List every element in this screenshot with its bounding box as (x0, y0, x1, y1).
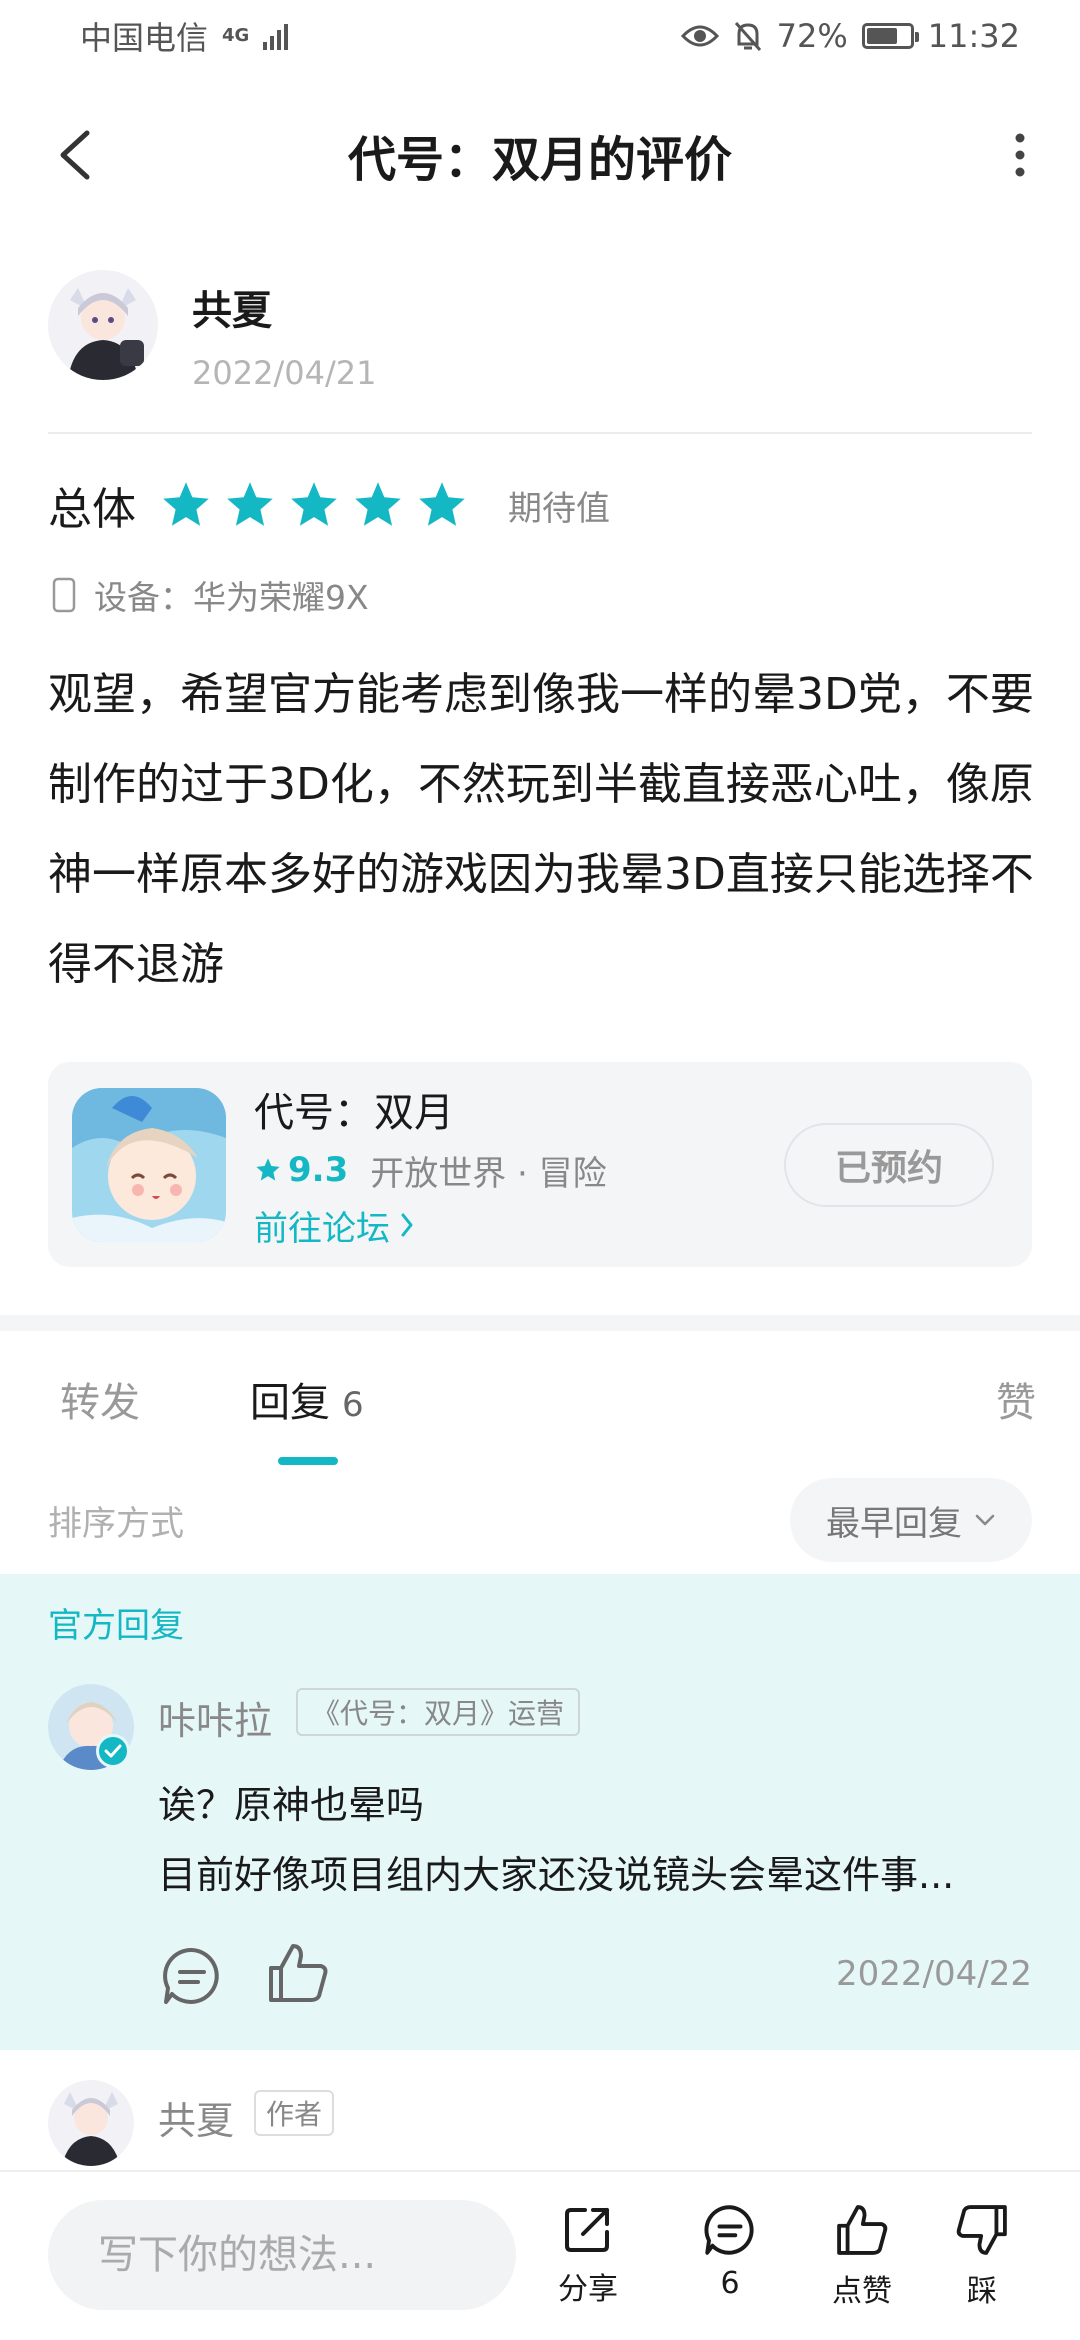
device-label: 设备：华为荣耀9X (94, 578, 369, 617)
signal-icon (263, 22, 289, 50)
game-card[interactable]: 代号：双月 9.3 开放世界 · 冒险 前往论坛 已预约 (48, 1062, 1032, 1267)
divider (48, 432, 1032, 434)
game-score: 9.3 (288, 1150, 349, 1190)
active-tab-indicator (278, 1457, 338, 1465)
like-button[interactable]: 点赞 (812, 2202, 912, 2310)
more-options-button[interactable] (990, 120, 1050, 190)
comment-icon[interactable] (160, 1944, 224, 2008)
phone-icon (52, 577, 76, 613)
eye-icon (680, 25, 719, 47)
more-vertical-icon (1015, 133, 1025, 177)
dislike-label: 踩 (967, 2274, 997, 2309)
carrier-label: 中国电信 (80, 19, 209, 57)
comment-input[interactable] (48, 2200, 516, 2310)
chevron-left-icon (60, 130, 90, 180)
avatar[interactable] (48, 2080, 134, 2166)
chevron-right-icon (401, 1213, 413, 1237)
reserve-button[interactable]: 已预约 (784, 1122, 994, 1207)
top-app-bar: 代号：双月的评价 (0, 80, 1080, 230)
reply-date: 2022/04/22 (836, 1954, 1032, 1994)
thumbs-down-icon (956, 2205, 1007, 2255)
share-button[interactable]: 分享 (538, 2202, 638, 2308)
star-icon (419, 482, 465, 526)
sort-selected: 最早回复 (826, 1503, 962, 1544)
mute-bell-icon (734, 22, 761, 51)
like-label: 点赞 (832, 2274, 892, 2309)
section-divider (0, 1315, 1080, 1331)
share-label: 分享 (558, 2272, 618, 2307)
clock: 11:32 (927, 17, 1020, 55)
game-tags: 开放世界 · 冒险 (370, 1153, 607, 1194)
device-info: 设备：华为荣耀9X (52, 570, 369, 620)
author-badge: 作者 (254, 2090, 335, 2136)
chevron-down-icon (975, 1514, 995, 1526)
tab-bar: 转发 回复 6 赞 (0, 1360, 1080, 1470)
review-author: 共夏 2022/04/21 (48, 270, 1032, 430)
sort-label: 排序方式 (48, 1503, 184, 1544)
rating-note: 期待值 (508, 488, 610, 529)
page-title: 代号：双月的评价 (347, 132, 732, 188)
reply-count: 6 (342, 1385, 364, 1425)
comment-icon (704, 2205, 754, 2255)
back-button[interactable] (40, 120, 110, 190)
forum-link-label: 前往论坛 (254, 1208, 390, 1249)
battery-percent: 72% (776, 17, 848, 55)
star-icon (163, 482, 209, 526)
tab-repost[interactable]: 转发 (60, 1370, 140, 1428)
star-icon (291, 482, 337, 526)
thumbs-up-icon (837, 2205, 888, 2255)
forum-link[interactable]: 前往论坛 (254, 1201, 414, 1250)
star-icon (256, 1158, 280, 1181)
verified-badge-icon (96, 1734, 130, 1768)
sort-dropdown[interactable]: 最早回复 (790, 1478, 1032, 1562)
bottom-action-bar: 分享 6 点赞 踩 (0, 2170, 1080, 2340)
star-icon (227, 482, 273, 526)
tab-likes[interactable]: 赞 (996, 1370, 1036, 1428)
star-icon (355, 482, 401, 526)
comment-button[interactable]: 6 (680, 2202, 780, 2301)
official-reply-label: 官方回复 (48, 1606, 184, 1646)
thumbs-up-icon[interactable] (265, 1940, 331, 2006)
dislike-button[interactable]: 踩 (932, 2202, 1032, 2310)
game-name[interactable]: 代号：双月 (254, 1080, 784, 1138)
network-type: 4G (222, 25, 250, 46)
sort-row: 排序方式 最早回复 (48, 1478, 1032, 1562)
reply-author-name[interactable]: 咔咔拉 (158, 1690, 272, 1745)
status-bar: 中国电信 4G 72% 11:32 (0, 0, 1080, 72)
game-icon[interactable] (72, 1087, 226, 1242)
tab-replies[interactable]: 回复 6 (250, 1370, 364, 1428)
official-reply: 官方回复 咔咔拉 《代号：双月》运营 诶？原神也晕吗 目前好像项目组内大家还没说… (0, 1574, 1080, 2050)
avatar[interactable] (48, 270, 158, 380)
reply-author-role: 《代号：双月》运营 (296, 1688, 581, 1736)
tab-replies-label: 回复 (250, 1380, 330, 1426)
author-name[interactable]: 共夏 (192, 278, 376, 336)
tab-likes-label: 赞 (996, 1380, 1036, 1426)
review-text: 观望，希望官方能考虑到像我一样的晕3D党，不要制作的过于3D化，不然玩到半截直接… (48, 669, 1034, 990)
rating-row: 总体 期待值 (48, 470, 610, 540)
star-rating (160, 479, 468, 531)
reply-text-line: 目前好像项目组内大家还没说镜头会晕这件事... (158, 1853, 955, 1897)
reply-text-line: 诶？原神也晕吗 (158, 1783, 425, 1827)
tab-repost-label: 转发 (60, 1380, 140, 1426)
rating-label: 总体 (48, 484, 136, 535)
share-icon (565, 2208, 609, 2252)
battery-icon (861, 23, 919, 49)
comment-count: 6 (720, 2266, 740, 2301)
reply-author-name[interactable]: 共夏 (158, 2090, 234, 2145)
review-date: 2022/04/21 (192, 354, 377, 392)
